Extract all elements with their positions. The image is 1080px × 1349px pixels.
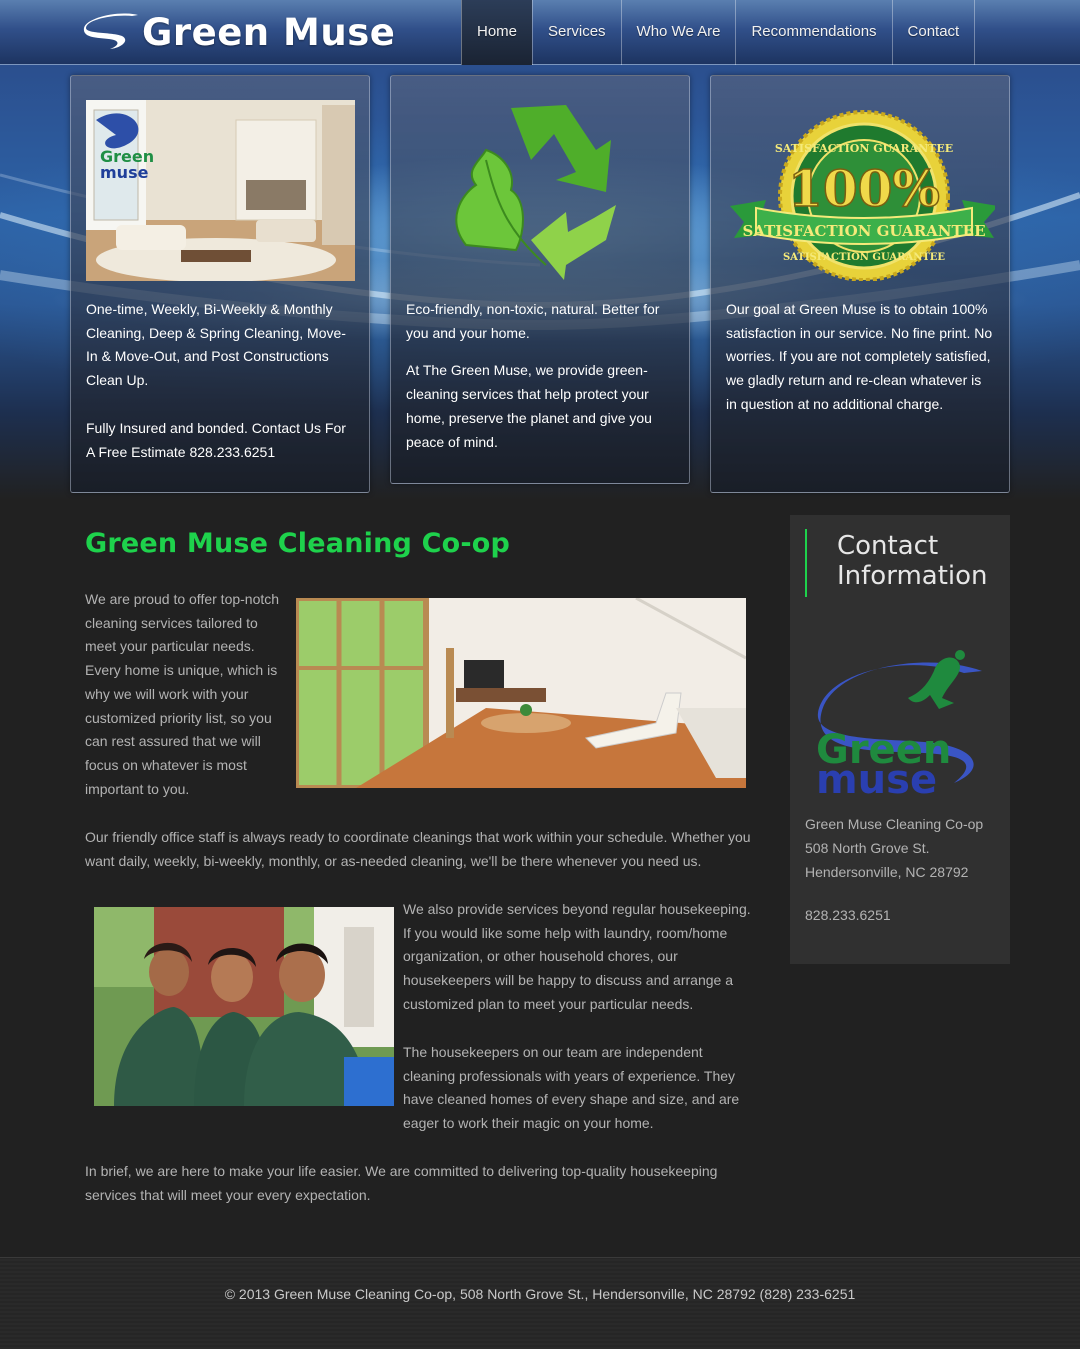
card-guarantee-paragraph-1: Our goal at Green Muse is to obtain 100%… — [726, 301, 993, 412]
sidebar-title-line1: Contact — [837, 531, 939, 561]
living-room-photo: Green muse — [86, 100, 355, 281]
office-paragraph: Our friendly office staff is always read… — [85, 829, 751, 869]
brand-name: Green Muse — [142, 10, 396, 54]
feature-card-guarantee: SATISFACTION GUARANTEE 100% SATISFACTION… — [710, 75, 1010, 493]
beyond-paragraph: We also provide services beyond regular … — [403, 901, 751, 1012]
card-logo-word2: muse — [100, 163, 149, 182]
contact-city: Hendersonville, NC 28792 — [805, 864, 969, 880]
site-logo[interactable]: Green Muse — [82, 10, 395, 54]
card-eco-paragraph-1: Eco-friendly, non-toxic, natural. Better… — [406, 301, 660, 341]
intro-paragraph: We are proud to offer top-notch cleaning… — [85, 591, 280, 797]
card-services-paragraph-2: Fully Insured and bonded. Contact Us For… — [86, 419, 346, 460]
sidebar-accent-line — [805, 529, 807, 597]
feature-card-services: Green muse One-time, Weekly, Bi-Weekly &… — [70, 75, 370, 493]
main-nav: Home Services Who We Are Recommendations… — [461, 0, 975, 65]
logo-swoosh-icon — [83, 13, 138, 49]
green-muse-logo: Green muse — [816, 650, 982, 803]
nav-who-we-are[interactable]: Who We Are — [620, 0, 736, 65]
recycle-icon — [455, 105, 616, 280]
nav-recommendations[interactable]: Recommendations — [735, 0, 891, 65]
contact-phone[interactable]: 828.233.6251 — [805, 907, 891, 923]
recycle-graphic — [406, 100, 675, 281]
guarantee-badge: SATISFACTION GUARANTEE 100% SATISFACTION… — [726, 100, 995, 281]
card-eco-text: Eco-friendly, non-toxic, natural. Better… — [406, 298, 675, 454]
badge-top-text: SATISFACTION GUARANTEE — [775, 142, 953, 155]
interior-room-photo — [296, 598, 746, 788]
card-services-paragraph-1: One-time, Weekly, Bi-Weekly & Monthly Cl… — [86, 301, 346, 389]
contact-org: Green Muse Cleaning Co-op — [805, 816, 984, 832]
nav-services[interactable]: Services — [532, 0, 621, 65]
page-title: Green Muse Cleaning Co-op — [85, 528, 511, 559]
card-guarantee-text: Our goal at Green Muse is to obtain 100%… — [726, 298, 995, 417]
site-header: Green Muse Home Services Who We Are Reco… — [0, 0, 1080, 65]
team-photo — [94, 907, 394, 1106]
badge-bottom-text: SATISFACTION GUARANTEE — [783, 252, 945, 263]
contact-street: 508 North Grove St. — [805, 840, 930, 856]
sidebar-title: Contact Information — [837, 531, 988, 591]
card-eco-paragraph-2: At The Green Muse, we provide green-clea… — [406, 362, 652, 450]
badge-ribbon-text: SATISFACTION GUARANTEE — [742, 222, 985, 240]
footer-copyright: © 2013 Green Muse Cleaning Co-op, 508 No… — [224, 1286, 856, 1302]
nav-home[interactable]: Home — [461, 0, 533, 65]
card-services-text: One-time, Weekly, Bi-Weekly & Monthly Cl… — [86, 298, 355, 464]
feature-card-eco: Eco-friendly, non-toxic, natural. Better… — [390, 75, 690, 484]
brief-paragraph: In brief, we are here to make your life … — [85, 1163, 718, 1203]
nav-contact[interactable]: Contact — [891, 0, 975, 65]
contact-address: Green Muse Cleaning Co-op 508 North Grov… — [805, 812, 983, 884]
contact-sidebar: Contact Information Green muse Green Mus… — [790, 515, 1010, 964]
sidebar-logo-word2: muse — [816, 757, 937, 803]
badge-100-text: 100% — [788, 159, 940, 218]
site-footer: © 2013 Green Muse Cleaning Co-op, 508 No… — [0, 1257, 1080, 1349]
team-paragraph: The housekeepers on our team are indepen… — [403, 1044, 740, 1132]
sidebar-title-line2: Information — [837, 561, 988, 591]
